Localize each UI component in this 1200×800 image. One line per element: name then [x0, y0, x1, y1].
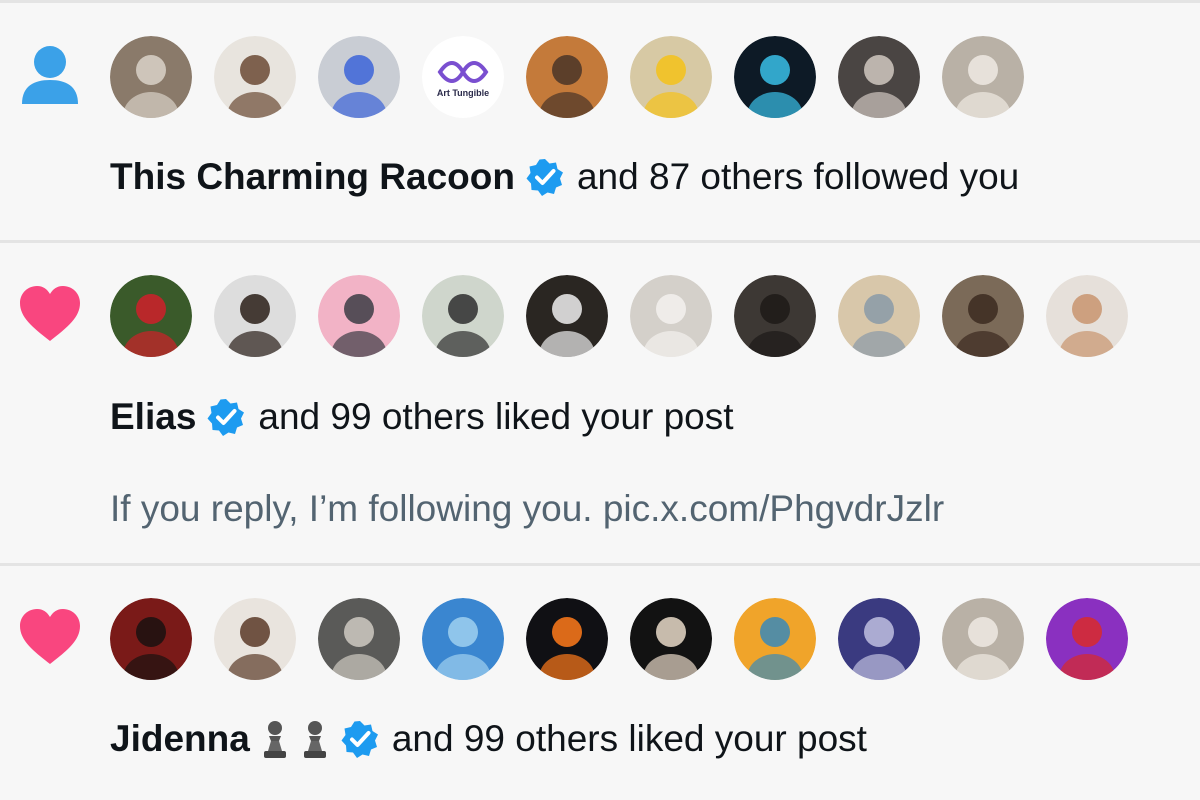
notification-follow[interactable]: Art Tungible This Charming Racoon and 87… — [0, 0, 1200, 244]
avatar[interactable] — [526, 598, 608, 680]
avatar[interactable] — [422, 598, 504, 680]
notification-like[interactable]: Jidenna and 99 others liked your post — [0, 566, 1200, 800]
avatar[interactable] — [422, 275, 504, 357]
avatar[interactable] — [838, 36, 920, 118]
avatar[interactable] — [734, 36, 816, 118]
avatar[interactable] — [318, 36, 400, 118]
verified-badge-icon — [340, 719, 380, 759]
avatar[interactable] — [110, 275, 192, 357]
notification-action: and 87 others followed you — [576, 156, 1020, 197]
pawn-icon — [300, 719, 330, 759]
notification-summary: Jidenna and 99 others liked your post — [110, 717, 867, 761]
heart-icon — [18, 606, 82, 670]
avatar[interactable] — [942, 275, 1024, 357]
avatar[interactable] — [214, 36, 296, 118]
person-icon — [18, 42, 82, 106]
verified-badge-icon — [525, 157, 565, 197]
user-name[interactable]: Jidenna — [110, 717, 250, 761]
user-name[interactable]: Elias — [110, 395, 196, 439]
heart-icon — [18, 283, 82, 347]
avatar[interactable] — [1046, 275, 1128, 357]
avatar[interactable] — [942, 598, 1024, 680]
avatar[interactable] — [214, 275, 296, 357]
avatar[interactable] — [734, 598, 816, 680]
avatar[interactable] — [214, 598, 296, 680]
verified-badge-icon — [206, 397, 246, 437]
avatar[interactable] — [630, 598, 712, 680]
notification-action: and 99 others liked your post — [391, 718, 867, 759]
avatar[interactable] — [110, 36, 192, 118]
avatar[interactable] — [318, 598, 400, 680]
avatar[interactable] — [838, 275, 920, 357]
avatar[interactable] — [526, 275, 608, 357]
post-preview-text[interactable]: If you reply, I’m following you. pic.x.c… — [110, 487, 944, 531]
avatar[interactable] — [630, 36, 712, 118]
avatar[interactable] — [630, 275, 712, 357]
notification-summary: Elias and 99 others liked your post — [110, 395, 734, 439]
avatar[interactable] — [942, 36, 1024, 118]
avatar-logo-text: Art Tungible — [437, 88, 489, 98]
notification-action: and 99 others liked your post — [258, 396, 734, 437]
avatar[interactable] — [110, 598, 192, 680]
notification-like[interactable]: Elias and 99 others liked your post If y… — [0, 243, 1200, 563]
avatar[interactable] — [318, 275, 400, 357]
avatar[interactable] — [734, 275, 816, 357]
avatar[interactable] — [526, 36, 608, 118]
notification-summary: This Charming Racoon and 87 others follo… — [110, 155, 1019, 199]
pawn-icon — [260, 719, 290, 759]
avatar[interactable]: Art Tungible — [422, 36, 504, 118]
user-name[interactable]: This Charming Racoon — [110, 155, 515, 199]
avatar[interactable] — [838, 598, 920, 680]
avatar[interactable] — [1046, 598, 1128, 680]
